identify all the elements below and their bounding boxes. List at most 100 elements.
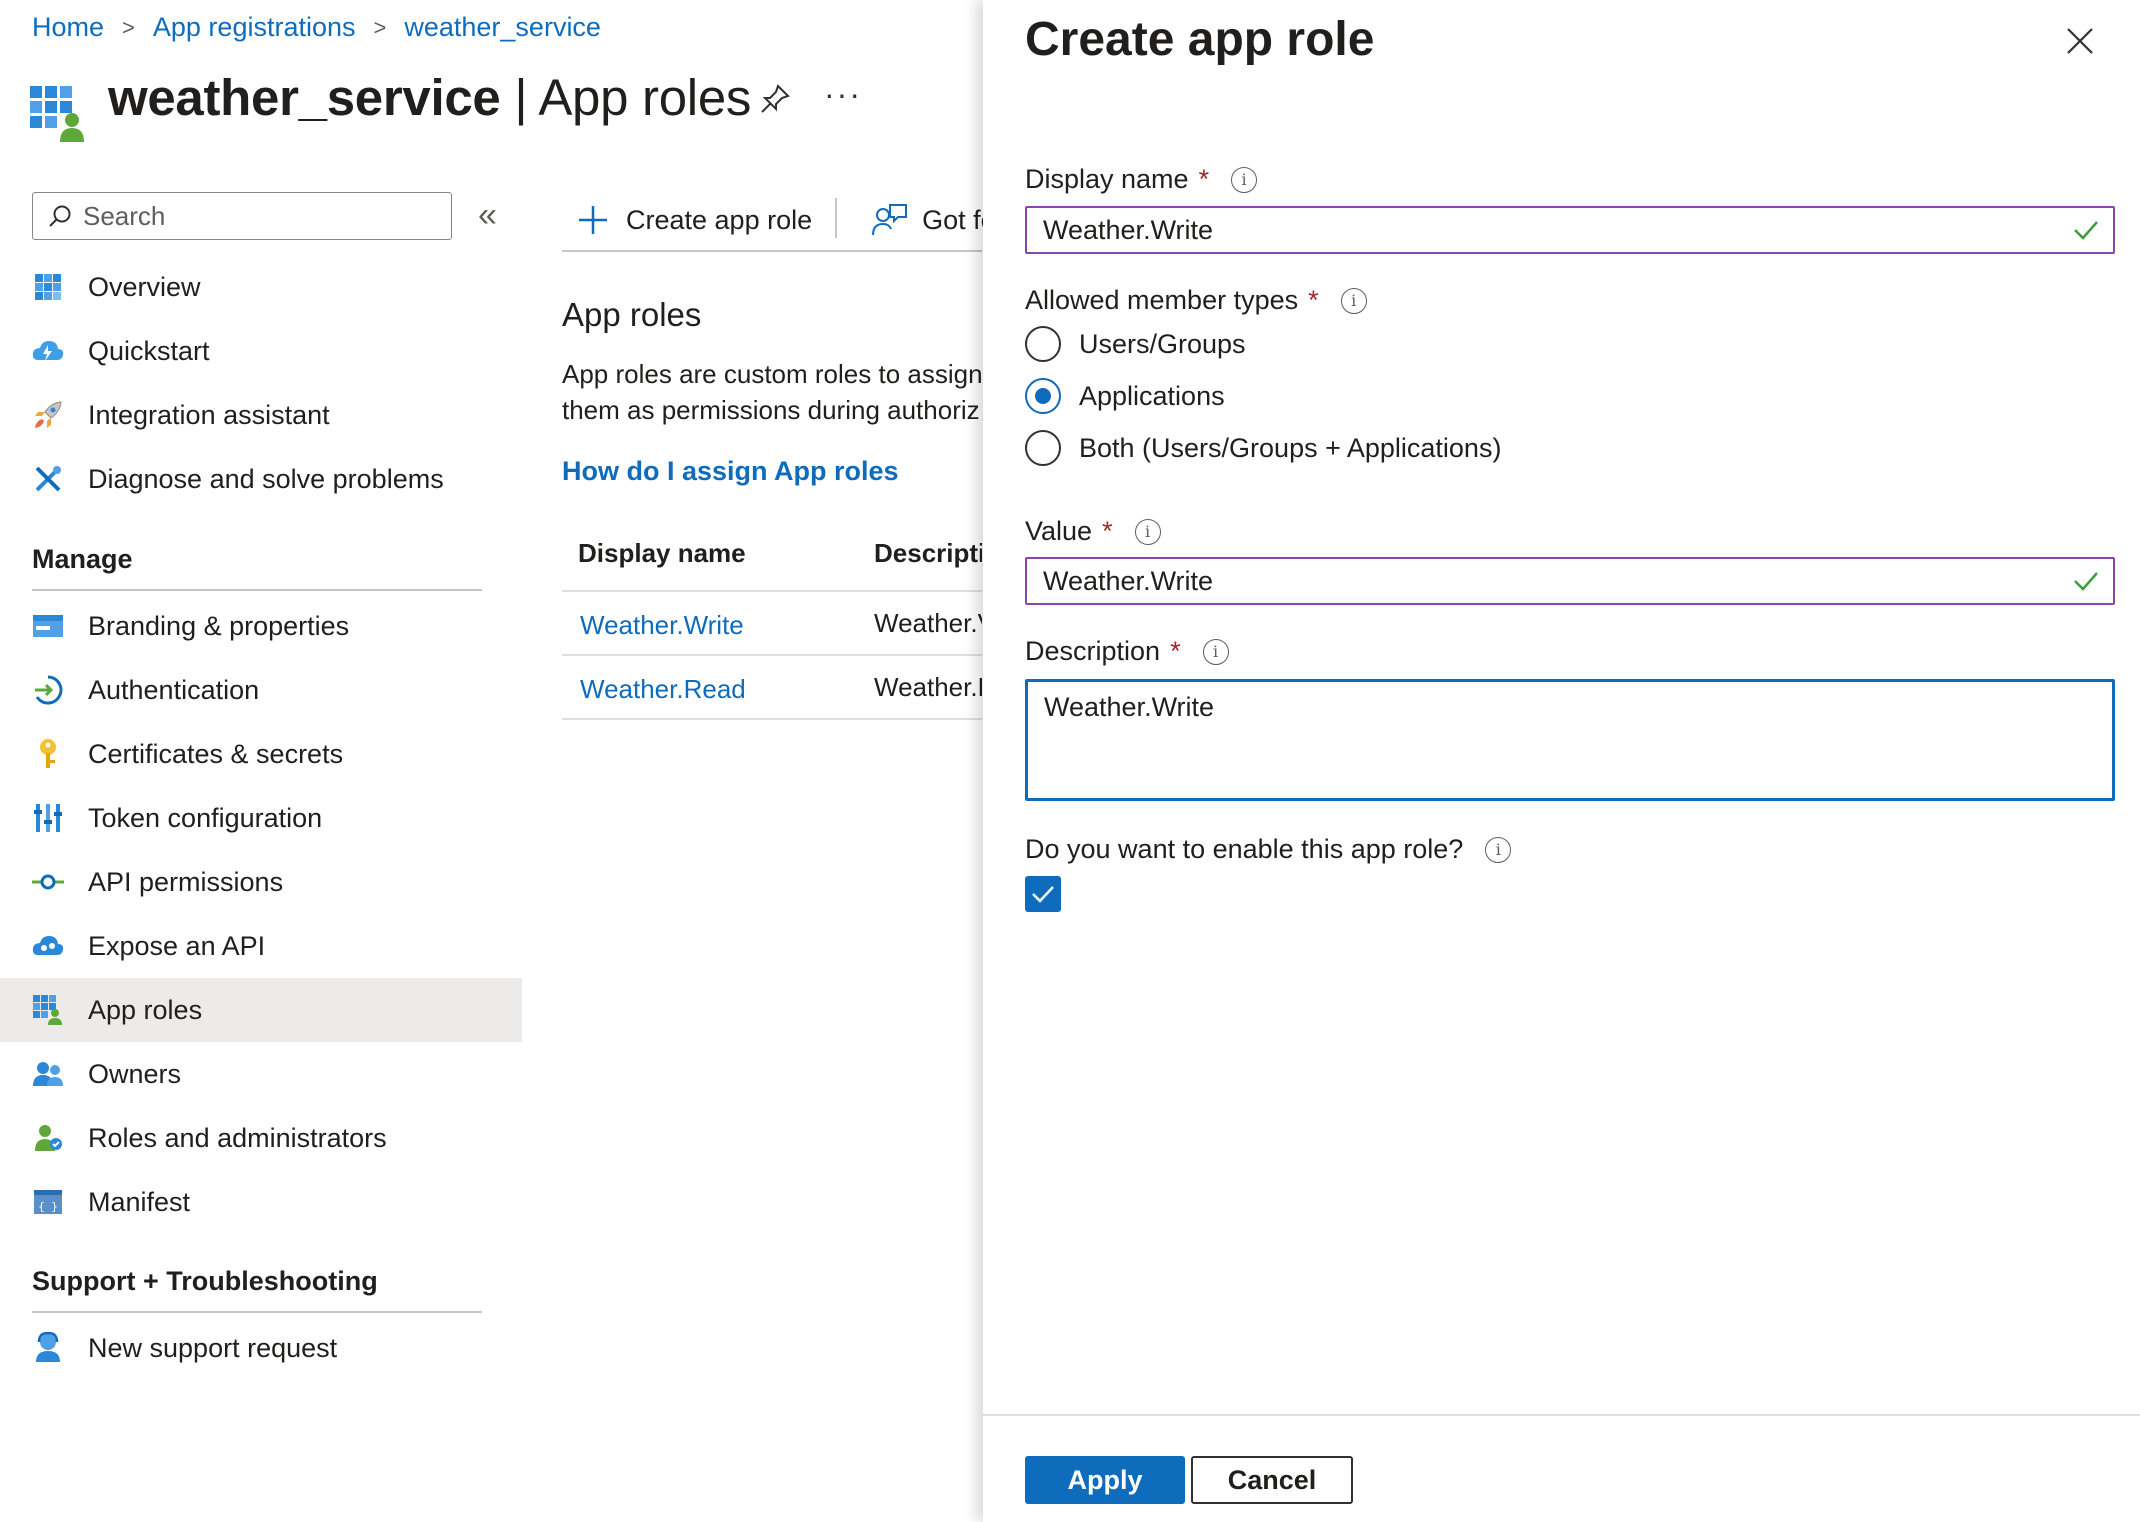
page-title: weather_service | App roles bbox=[108, 68, 751, 127]
collapse-sidebar-icon[interactable]: « bbox=[478, 196, 497, 235]
sidebar-item-label: Owners bbox=[88, 1058, 182, 1089]
create-app-role-panel: Create app role Display name * i Weather… bbox=[983, 0, 2140, 1522]
breadcrumb-app-registrations[interactable]: App registrations bbox=[153, 12, 356, 43]
page-title-app-name: weather_service bbox=[108, 69, 501, 126]
table-row-display-name[interactable]: Weather.Write bbox=[580, 610, 744, 641]
description-value: Weather.Write bbox=[1044, 692, 1215, 722]
apply-button[interactable]: Apply bbox=[1025, 1456, 1185, 1504]
sidebar-item-label: Certificates & secrets bbox=[88, 738, 344, 769]
sidebar-item-label: Authentication bbox=[88, 674, 260, 705]
radio-both[interactable]: Both (Users/Groups + Applications) bbox=[1025, 430, 1501, 466]
support-divider bbox=[32, 1311, 482, 1313]
close-icon[interactable] bbox=[2065, 26, 2095, 56]
value-label-text: Value bbox=[1025, 516, 1093, 546]
sidebar-item-branding[interactable]: Branding & properties bbox=[0, 594, 522, 658]
description-line-1: App roles are custom roles to assign bbox=[562, 359, 982, 389]
key-icon bbox=[30, 736, 66, 772]
enable-label-text: Do you want to enable this app role? bbox=[1025, 834, 1464, 864]
info-icon[interactable]: i bbox=[1231, 166, 1258, 193]
add-icon bbox=[579, 206, 607, 234]
sidebar-item-quickstart[interactable]: Quickstart bbox=[0, 319, 522, 383]
description-label: Description * i bbox=[1025, 636, 1229, 667]
sidebar-item-expose-api[interactable]: Expose an API bbox=[0, 914, 522, 978]
required-marker: * bbox=[1170, 636, 1181, 666]
api-permissions-icon bbox=[30, 864, 66, 900]
info-icon[interactable]: i bbox=[1202, 638, 1229, 665]
search-placeholder: Search bbox=[83, 200, 166, 231]
search-icon bbox=[49, 205, 71, 227]
sidebar-item-label: API permissions bbox=[88, 866, 284, 897]
breadcrumb-separator-icon: > bbox=[122, 14, 135, 40]
pin-icon[interactable] bbox=[758, 82, 792, 116]
breadcrumb-weather-service[interactable]: weather_service bbox=[404, 12, 601, 43]
sidebar-item-overview[interactable]: Overview bbox=[0, 255, 522, 319]
tools-icon bbox=[30, 461, 66, 497]
sidebar-item-owners[interactable]: Owners bbox=[0, 1042, 522, 1106]
display-name-value: Weather.Write bbox=[1043, 214, 1214, 245]
overview-icon bbox=[30, 269, 66, 305]
display-name-input[interactable]: Weather.Write bbox=[1025, 206, 2115, 254]
enable-checkbox[interactable] bbox=[1025, 876, 1061, 912]
radio-circle-selected bbox=[1025, 378, 1061, 414]
sidebar-item-label: Expose an API bbox=[88, 930, 266, 961]
more-options-icon[interactable]: ··· bbox=[824, 76, 862, 113]
sidebar-item-api-permissions[interactable]: API permissions bbox=[0, 850, 522, 914]
sidebar-item-manifest[interactable]: { } Manifest bbox=[0, 1170, 522, 1234]
table-row-description: Weather.F bbox=[874, 672, 982, 702]
table-row-divider bbox=[562, 718, 982, 720]
info-icon[interactable]: i bbox=[1340, 287, 1367, 314]
create-app-role-button[interactable]: Create app role bbox=[562, 203, 812, 237]
sidebar-item-label: Roles and administrators bbox=[88, 1122, 387, 1153]
sidebar-item-new-support-request[interactable]: New support request bbox=[0, 1316, 522, 1380]
command-bar: Create app role Got fe bbox=[562, 190, 996, 250]
value-input[interactable]: Weather.Write bbox=[1025, 557, 2115, 605]
sidebar-item-diagnose[interactable]: Diagnose and solve problems bbox=[0, 447, 522, 511]
create-app-role-label: Create app role bbox=[626, 204, 813, 235]
sidebar-item-certificates[interactable]: Certificates & secrets bbox=[0, 722, 522, 786]
sidebar-item-label: Diagnose and solve problems bbox=[88, 463, 444, 494]
info-icon[interactable]: i bbox=[1134, 518, 1161, 545]
required-marker: * bbox=[1102, 516, 1113, 546]
app-roles-icon bbox=[30, 992, 66, 1028]
sidebar-item-roles-administrators[interactable]: Roles and administrators bbox=[0, 1106, 522, 1170]
page-title-section: | App roles bbox=[500, 69, 752, 126]
description-line-2: them as permissions during authoriz bbox=[562, 395, 980, 425]
howto-assign-link[interactable]: How do I assign App roles bbox=[562, 456, 899, 487]
sidebar-item-authentication[interactable]: Authentication bbox=[0, 658, 522, 722]
sidebar-item-app-roles[interactable]: App roles bbox=[0, 978, 522, 1042]
feedback-button[interactable]: Got fe bbox=[872, 203, 996, 237]
sidebar-item-integration-assistant[interactable]: Integration assistant bbox=[0, 383, 522, 447]
required-marker: * bbox=[1308, 285, 1319, 315]
required-marker: * bbox=[1198, 164, 1210, 194]
breadcrumb-home[interactable]: Home bbox=[32, 12, 104, 43]
sidebar-item-label: App roles bbox=[88, 994, 203, 1025]
column-header-display-name[interactable]: Display name bbox=[578, 538, 746, 569]
checkmark-icon bbox=[1032, 886, 1054, 903]
radio-users-groups[interactable]: Users/Groups bbox=[1025, 326, 1246, 362]
radio-label: Both (Users/Groups + Applications) bbox=[1079, 432, 1502, 463]
manifest-icon: { } bbox=[30, 1184, 66, 1220]
radio-applications[interactable]: Applications bbox=[1025, 378, 1225, 414]
rocket-icon bbox=[30, 397, 66, 433]
table-row-display-name[interactable]: Weather.Read bbox=[580, 674, 746, 705]
sidebar-item-label: Overview bbox=[88, 271, 201, 302]
sidebar-item-token-configuration[interactable]: Token configuration bbox=[0, 786, 522, 850]
support-icon bbox=[30, 1330, 66, 1366]
authentication-icon bbox=[30, 672, 66, 708]
panel-title: Create app role bbox=[1025, 13, 1375, 66]
radio-label: Applications bbox=[1079, 380, 1225, 411]
member-types-label: Allowed member types * i bbox=[1025, 285, 1367, 316]
search-input[interactable]: Search bbox=[32, 192, 452, 240]
info-icon[interactable]: i bbox=[1485, 836, 1512, 863]
app-roles-description: App roles are custom roles to assign the… bbox=[562, 356, 982, 428]
manage-heading: Manage bbox=[32, 544, 133, 574]
description-textarea[interactable]: Weather.Write bbox=[1025, 679, 2115, 801]
quickstart-icon bbox=[30, 333, 66, 369]
svg-text:{ }: { } bbox=[38, 1200, 58, 1213]
feedback-icon bbox=[872, 204, 908, 236]
radio-circle bbox=[1025, 326, 1061, 362]
cancel-button[interactable]: Cancel bbox=[1191, 1456, 1353, 1504]
column-header-description[interactable]: Descriptic bbox=[874, 538, 982, 569]
sidebar-item-label: Integration assistant bbox=[88, 399, 330, 430]
token-icon bbox=[30, 800, 66, 836]
